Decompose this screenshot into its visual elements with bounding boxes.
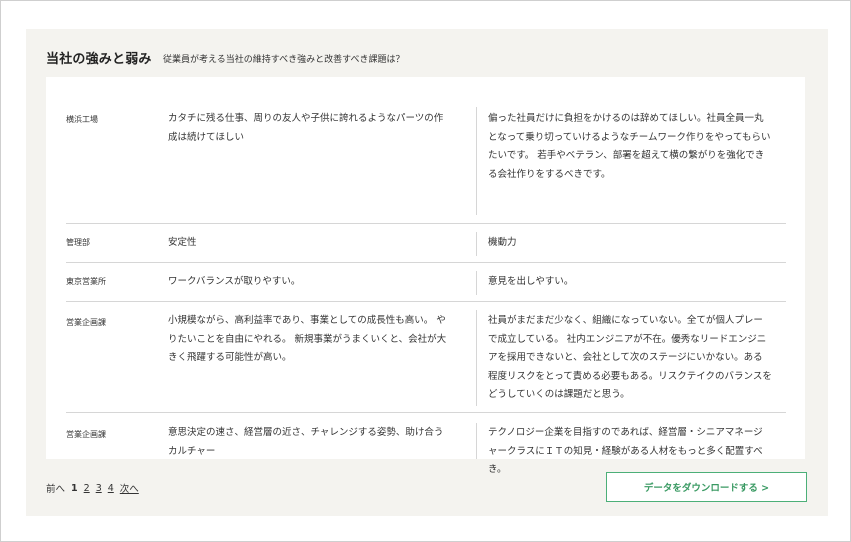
weakness-text: 社員がまだまだ少なく、組織になっていない。全てが個人プレー で成立している。 社… [488,315,772,400]
responses-table: 横浜工場 カタチに残る仕事、周りの友人や子供に誇れるようなパーツの作 成は続けて… [46,77,805,475]
strength-text: 小規模ながら、高利益率であり、事業としての成長性も高い。 や りたいことを自由に… [168,315,447,363]
page-link-4[interactable]: 4 [108,483,114,494]
column-divider [476,423,477,459]
table-row: 横浜工場 カタチに残る仕事、周りの友人や子供に誇れるようなパーツの作 成は続けて… [66,95,786,224]
strength-text: 安定性 [168,237,197,248]
page-link-1[interactable]: 1 [71,483,78,494]
column-divider [476,232,477,256]
department-label: 営業企画課 [66,430,106,439]
strengths-weaknesses-panel: 当社の強みと弱み 従業員が考える当社の維持すべき強みと改善すべき課題は？ 横浜工… [26,29,828,516]
pagination: 前へ 1 2 3 4 次へ [46,481,145,496]
prev-page-link[interactable]: 前へ [46,481,65,495]
column-divider [476,271,477,295]
download-data-button[interactable]: データをダウンロードする > [606,472,807,502]
department-label: 東京営業所 [66,277,106,286]
panel-title: 当社の強みと弱み [46,52,152,67]
strength-text: 意思決定の速さ、経営層の近さ、チャレンジする姿勢、助け合う カルチャー [168,427,444,457]
strength-text: ワークバランスが取りやすい。 [168,276,301,287]
weakness-text: 機動力 [488,237,517,248]
strength-text: カタチに残る仕事、周りの友人や子供に誇れるようなパーツの作 成は続けてほしい [168,113,444,143]
department-label: 横浜工場 [66,115,98,124]
next-page-link[interactable]: 次へ [120,481,139,495]
column-divider [476,310,477,406]
table-row: 東京営業所 ワークバランスが取りやすい。 意見を出しやすい。 [66,263,786,302]
page-link-3[interactable]: 3 [96,483,102,494]
table-row: 営業企画課 小規模ながら、高利益率であり、事業としての成長性も高い。 や りたい… [66,302,786,413]
panel-subtitle: 従業員が考える当社の維持すべき強みと改善すべき課題は？ [163,55,405,65]
column-divider [476,107,477,215]
weakness-text: 偏った社員だけに負担をかけるのは辞めてほしい。社員全員一丸 となって乗り切ってい… [488,113,771,180]
table-row: 営業企画課 意思決定の速さ、経営層の近さ、チャレンジする姿勢、助け合う カルチャ… [66,413,786,475]
department-label: 営業企画課 [66,318,106,327]
table-row: 管理部 安定性 機動力 [66,224,786,263]
department-label: 管理部 [66,238,90,247]
weakness-text: 意見を出しやすい。 [488,276,574,287]
page-link-2[interactable]: 2 [84,483,90,494]
